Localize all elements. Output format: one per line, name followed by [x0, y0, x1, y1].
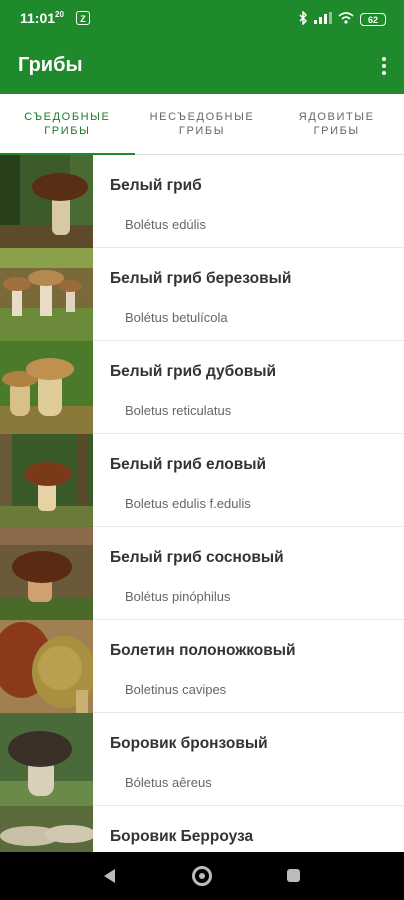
- notification-app-icon: Z: [76, 11, 90, 25]
- status-bar: 11:0120 Z 62: [0, 0, 404, 38]
- wifi-icon: [338, 12, 354, 27]
- tab-edible[interactable]: СЪЕДОБНЫЕ ГРИБЫ: [0, 94, 135, 155]
- recent-apps-icon[interactable]: [287, 869, 300, 882]
- mushroom-thumbnail: [0, 248, 93, 341]
- page-title: Грибы: [18, 54, 83, 76]
- tab-poisonous[interactable]: ЯДОВИТЫЕ ГРИБЫ: [269, 94, 404, 154]
- list-item[interactable]: Болетин полоножковый Boletinus cavipes: [0, 620, 404, 713]
- mushroom-name: Болетин полоножковый: [110, 642, 296, 659]
- mushroom-name: Боровик бронзовый: [110, 735, 268, 752]
- list-item[interactable]: Белый гриб еловый Boletus edulis f.eduli…: [0, 434, 404, 527]
- tab-inedible[interactable]: НЕСЪЕДОБНЫЕ ГРИБЫ: [135, 94, 270, 154]
- mushroom-latin-name: Bolétus edúlis: [125, 217, 206, 232]
- status-time-value: 11:01: [20, 10, 56, 26]
- mushroom-latin-name: Bóletus aêreus: [125, 775, 212, 790]
- list-item[interactable]: Белый гриб сосновый Bolétus pinóphilus: [0, 527, 404, 620]
- list-item[interactable]: Белый гриб Bolétus edúlis: [0, 155, 404, 248]
- home-icon[interactable]: [192, 866, 212, 886]
- mushroom-latin-name: Boletus edulis f.edulis: [125, 496, 251, 511]
- list-item[interactable]: Белый гриб березовый Bolétus betulícola: [0, 248, 404, 341]
- list-item[interactable]: Боровик бронзовый Bóletus aêreus: [0, 713, 404, 806]
- mushroom-thumbnail: [0, 806, 93, 852]
- mushroom-latin-name: Boletus reticulatus: [125, 403, 232, 418]
- mushroom-name: Белый гриб дубовый: [110, 363, 276, 380]
- mushroom-latin-name: Bolétus pinóphilus: [125, 589, 231, 604]
- mushroom-latin-name: Boletinus cavipes: [125, 682, 227, 697]
- system-nav-bar: [0, 852, 404, 900]
- mushroom-thumbnail: [0, 527, 93, 620]
- status-time-seconds: 20: [55, 10, 64, 19]
- app-bar: Грибы: [0, 38, 404, 94]
- mushroom-name: Белый гриб сосновый: [110, 549, 284, 566]
- mushroom-name: Белый гриб еловый: [110, 456, 267, 473]
- overflow-menu-icon[interactable]: [376, 54, 392, 78]
- signal-icon: [314, 12, 332, 27]
- mushroom-list: Белый гриб Bolétus edúlis Белый гриб бер…: [0, 155, 404, 852]
- back-icon[interactable]: [102, 868, 116, 889]
- battery-icon: 62: [360, 13, 386, 26]
- status-icons: 62: [298, 10, 386, 28]
- mushroom-thumbnail: [0, 713, 93, 806]
- status-time: 11:0120: [20, 10, 64, 26]
- mushroom-name: Белый гриб: [110, 177, 202, 194]
- mushroom-name: Белый гриб березовый: [110, 270, 292, 287]
- mushroom-thumbnail: [0, 155, 93, 248]
- tab-bar: СЪЕДОБНЫЕ ГРИБЫ НЕСЪЕДОБНЫЕ ГРИБЫ ЯДОВИТ…: [0, 94, 404, 155]
- list-item[interactable]: Боровик Берроуза: [0, 806, 404, 852]
- mushroom-thumbnail: [0, 434, 93, 527]
- mushroom-thumbnail: [0, 341, 93, 434]
- mushroom-latin-name: Bolétus betulícola: [125, 310, 228, 325]
- mushroom-thumbnail: [0, 620, 93, 713]
- mushroom-name: Боровик Берроуза: [110, 828, 254, 845]
- bluetooth-icon: [298, 10, 308, 28]
- list-item[interactable]: Белый гриб дубовый Boletus reticulatus: [0, 341, 404, 434]
